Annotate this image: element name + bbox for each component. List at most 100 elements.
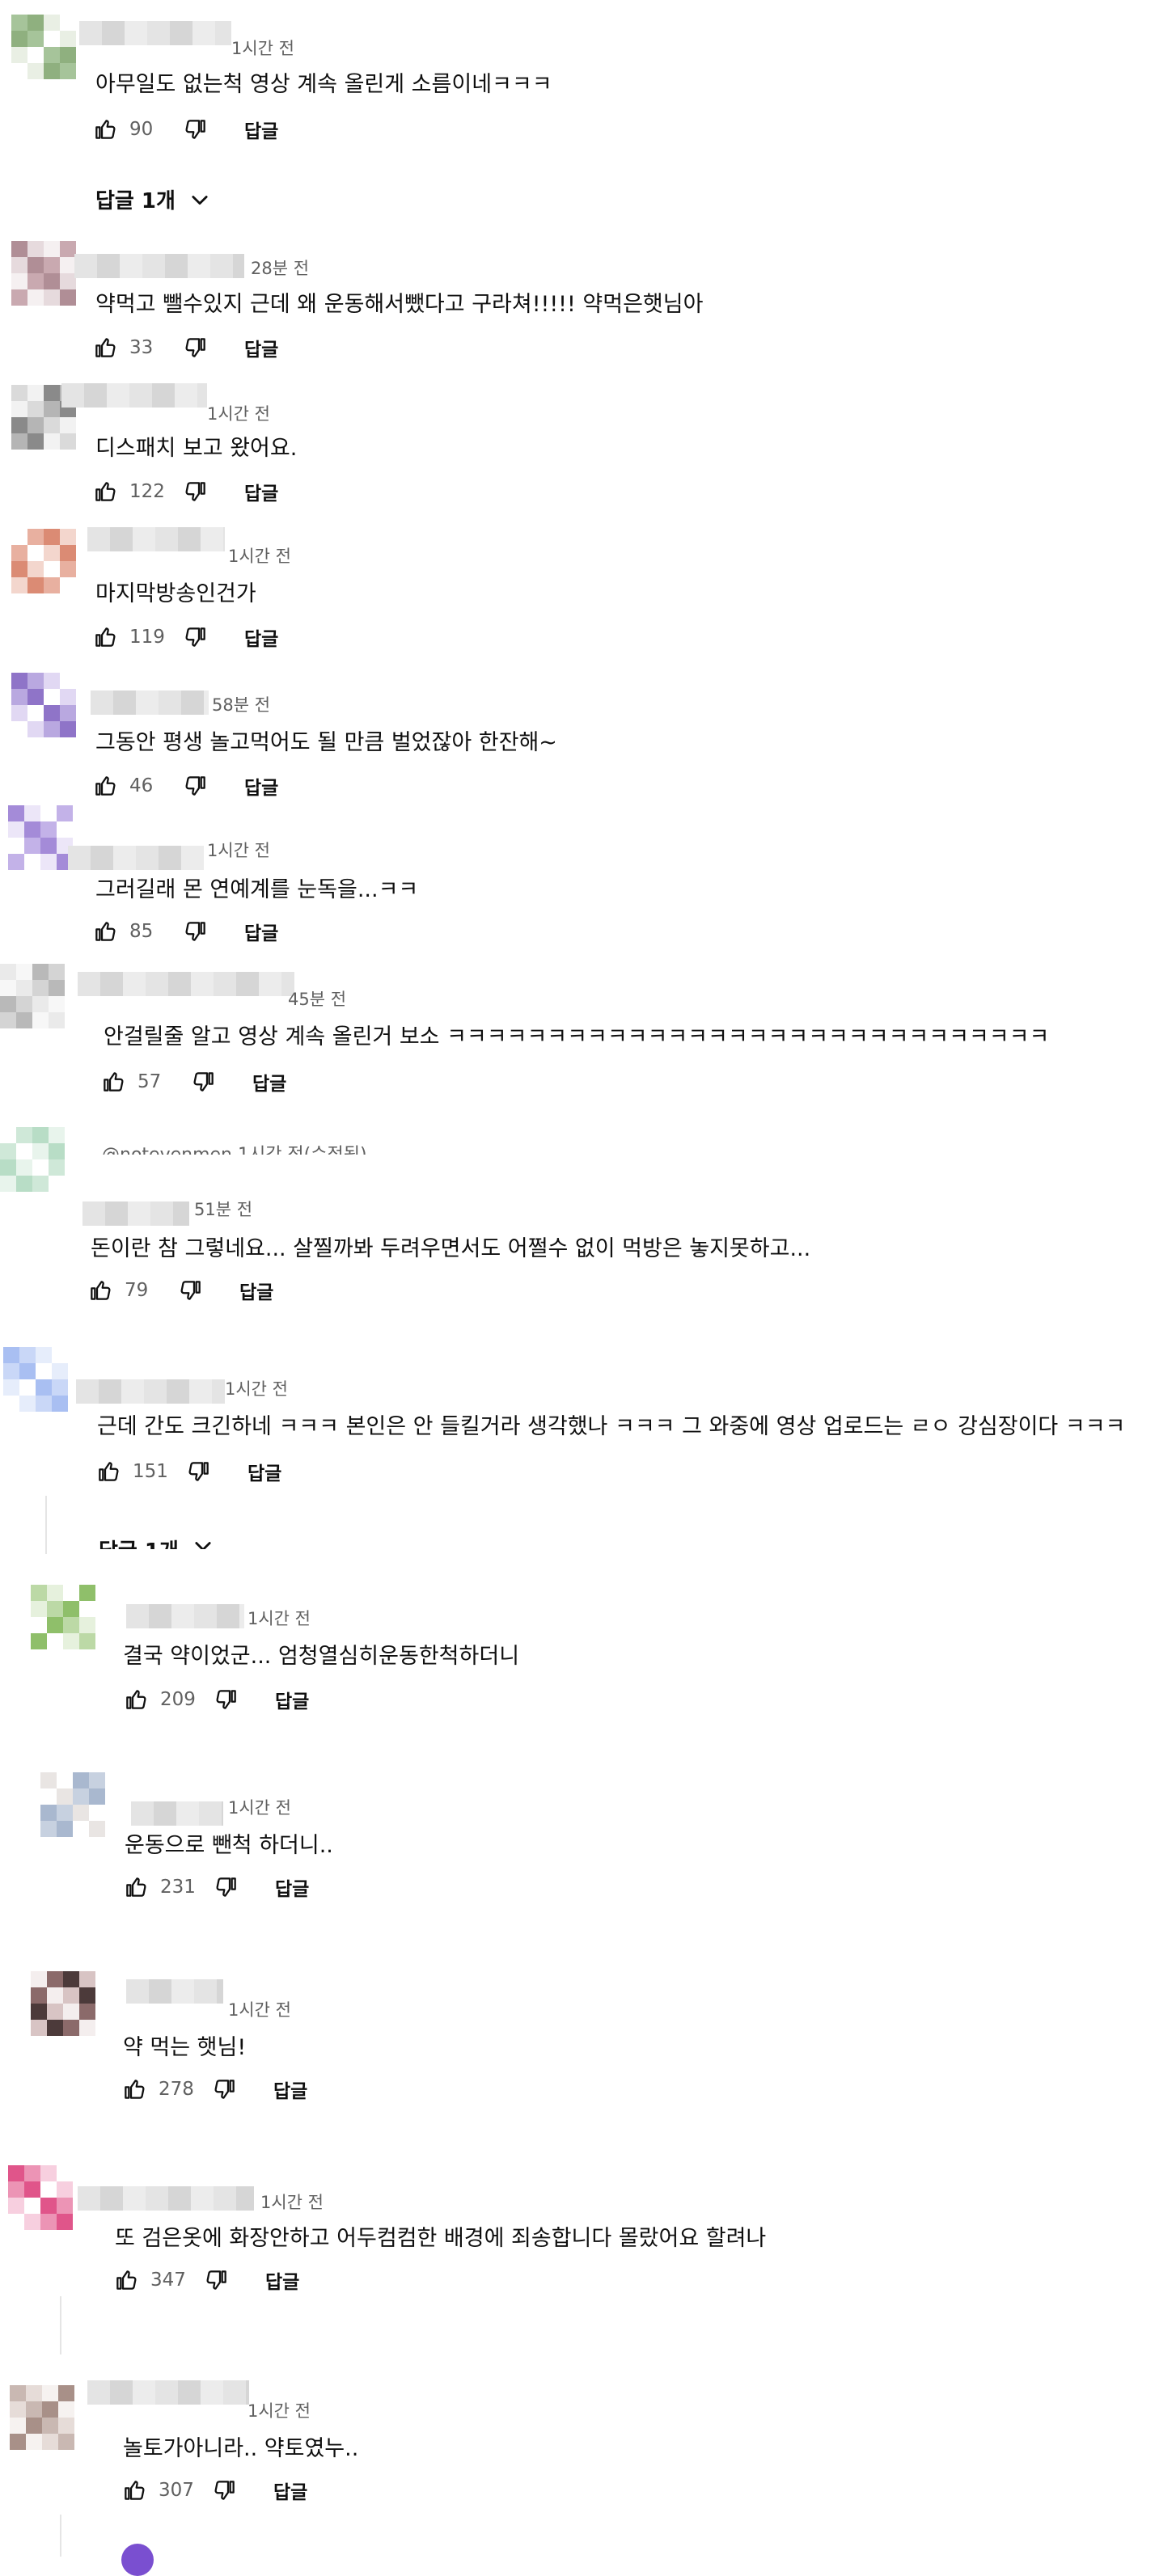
like-count: 90: [129, 119, 154, 140]
like-icon[interactable]: [95, 1459, 121, 1484]
avatar[interactable]: [8, 2165, 73, 2230]
dislike-icon[interactable]: [191, 1069, 217, 1095]
dislike-icon[interactable]: [204, 2267, 230, 2293]
author-name[interactable]: [91, 690, 209, 715]
avatar[interactable]: [11, 673, 76, 737]
comment-time[interactable]: 1시간 전: [231, 36, 294, 60]
avatar[interactable]: [31, 1971, 95, 2036]
reply-button[interactable]: 답글: [252, 1068, 286, 1096]
dislike-icon[interactable]: [178, 1277, 204, 1303]
avatar[interactable]: [3, 1347, 68, 1412]
comment-time[interactable]: 1시간 전: [207, 838, 270, 862]
comment-actions: 85 답글: [92, 915, 278, 948]
reply-button[interactable]: 답글: [244, 772, 278, 800]
dislike-icon[interactable]: [214, 1874, 239, 1900]
author-name[interactable]: [131, 1801, 223, 1826]
comment-text: 그동안 평생 놀고먹어도 될 만큼 벌었잖아 한잔해~: [95, 730, 557, 755]
like-icon[interactable]: [123, 1687, 149, 1712]
like-icon[interactable]: [92, 335, 118, 361]
comment-item: 1시간 전 디스패치 보고 왔어요. 122 답글: [0, 378, 1176, 540]
reply-button[interactable]: 답글: [247, 1458, 281, 1485]
avatar[interactable]: [40, 1772, 105, 1837]
like-count: 33: [129, 337, 154, 358]
replies-toggle[interactable]: 답글 1개: [95, 184, 211, 214]
dislike-icon[interactable]: [212, 2076, 238, 2102]
comment-text: 약 먹는 햇님!: [123, 2035, 247, 2060]
author-name[interactable]: [78, 2186, 254, 2211]
author-name[interactable]: [79, 21, 231, 45]
comment-item: 1시간 전 근데 간도 크긴하네 ㅋㅋㅋ 본인은 안 들킬거라 생각했나 ㅋㅋㅋ…: [0, 1347, 1176, 1509]
author-name[interactable]: [126, 1979, 223, 2004]
avatar[interactable]: [11, 241, 76, 306]
comment-actions: 151 답글: [95, 1455, 281, 1488]
like-icon[interactable]: [87, 1277, 113, 1303]
like-icon[interactable]: [92, 918, 118, 944]
dislike-icon[interactable]: [183, 116, 209, 142]
comment-text: 약먹고 뺄수있지 근데 왜 운동해서뺐다고 구라쳐!!!!! 약먹은햇님아: [95, 292, 704, 317]
avatar[interactable]: [0, 964, 65, 1028]
like-icon[interactable]: [121, 2076, 147, 2102]
comment-item: 1시간 전 또 검은옷에 화장안하고 어두컴컴한 배경에 죄송합니다 몰랐어요 …: [0, 2159, 1176, 2321]
author-name[interactable]: [126, 1604, 244, 1628]
reply-button[interactable]: 답글: [275, 1686, 309, 1713]
dislike-icon[interactable]: [183, 773, 209, 799]
comment-actions: 278 답글: [121, 2073, 307, 2105]
reply-button[interactable]: 답글: [265, 2266, 299, 2294]
reply-button[interactable]: 답글: [244, 623, 278, 651]
like-icon[interactable]: [92, 116, 118, 142]
avatar[interactable]: [10, 2385, 74, 2450]
chevron-down-icon: [195, 1542, 211, 1549]
author-name[interactable]: [78, 972, 294, 996]
avatar[interactable]: [11, 529, 76, 593]
comment-time[interactable]: 1시간 전: [228, 1997, 291, 2021]
dislike-icon[interactable]: [186, 1459, 212, 1484]
replies-toggle[interactable]: 답글 1개: [99, 1535, 214, 1549]
author-name[interactable]: [76, 1379, 225, 1404]
like-icon[interactable]: [92, 773, 118, 799]
avatar[interactable]: [11, 15, 76, 79]
reply-button[interactable]: 답글: [244, 478, 278, 505]
avatar[interactable]: [121, 2544, 154, 2576]
reply-button[interactable]: 답글: [239, 1277, 273, 1304]
reply-button[interactable]: 답글: [244, 918, 278, 945]
dislike-icon[interactable]: [183, 479, 209, 505]
like-icon[interactable]: [100, 1069, 126, 1095]
like-icon[interactable]: [113, 2267, 139, 2293]
dislike-icon[interactable]: [212, 2477, 238, 2503]
reply-button[interactable]: 답글: [273, 2477, 307, 2504]
comment-time[interactable]: 1시간 전: [228, 1795, 291, 1819]
like-icon[interactable]: [123, 1874, 149, 1900]
author-name[interactable]: [61, 383, 207, 408]
comment-time[interactable]: 58분 전: [212, 692, 270, 716]
like-icon[interactable]: [92, 479, 118, 505]
dislike-icon[interactable]: [183, 918, 209, 944]
comment-time[interactable]: 1시간 전: [207, 401, 270, 425]
reply-button[interactable]: 답글: [244, 116, 278, 143]
dislike-icon[interactable]: [183, 624, 209, 650]
comment-time[interactable]: 28분 전: [251, 255, 309, 280]
reply-button[interactable]: 답글: [273, 2076, 307, 2103]
reply-button[interactable]: 답글: [244, 334, 278, 361]
like-icon[interactable]: [92, 624, 118, 650]
comment-time[interactable]: 45분 전: [288, 986, 346, 1011]
comment-time[interactable]: 1시간 전: [228, 543, 291, 568]
comment-time[interactable]: 1시간 전: [225, 1376, 288, 1400]
dislike-icon[interactable]: [214, 1687, 239, 1712]
avatar[interactable]: [0, 1127, 65, 1192]
author-name[interactable]: [74, 254, 244, 278]
dislike-icon[interactable]: [183, 335, 209, 361]
like-count: 307: [159, 2480, 194, 2501]
author-name[interactable]: [82, 1201, 189, 1226]
avatar[interactable]: [8, 805, 73, 870]
reply-button[interactable]: 답글: [275, 1873, 309, 1901]
comment-item: 1시간 전 그러길래 몬 연예계를 눈독을...ㅋㅋ 85 답글: [0, 805, 1176, 975]
comment-time[interactable]: 51분 전: [194, 1197, 252, 1221]
comment-time[interactable]: 1시간 전: [247, 2398, 311, 2422]
like-icon[interactable]: [121, 2477, 147, 2503]
author-name[interactable]: [87, 2380, 249, 2405]
avatar[interactable]: [31, 1585, 95, 1649]
comment-time[interactable]: 1시간 전: [260, 2190, 324, 2214]
author-name[interactable]: [87, 527, 225, 551]
author-name[interactable]: [68, 846, 204, 870]
comment-time[interactable]: 1시간 전: [247, 1606, 311, 1630]
